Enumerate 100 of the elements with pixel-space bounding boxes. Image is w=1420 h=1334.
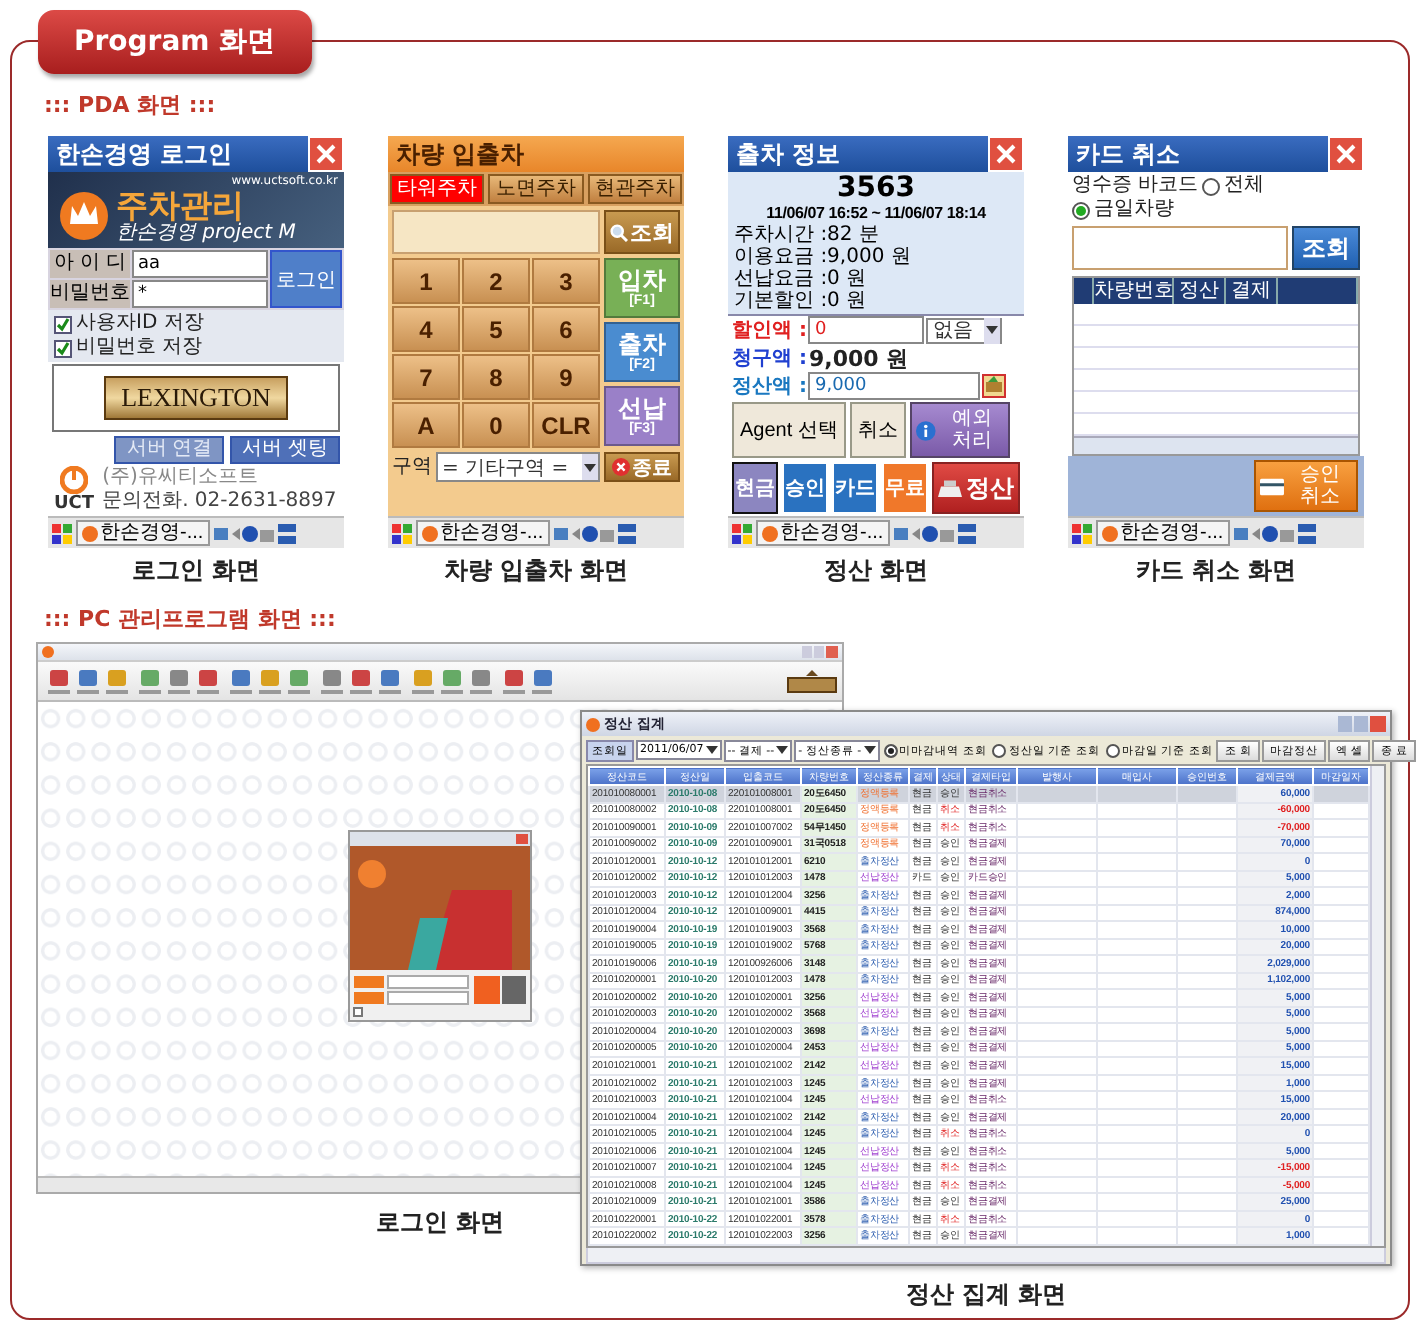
caption: 로그인 화면 xyxy=(131,554,261,588)
taskbar-app-button[interactable]: 한손경영-... xyxy=(1096,520,1230,546)
window-title: 차량 입출차 xyxy=(396,137,525,171)
caption: 카드 취소 화면 xyxy=(1135,554,1297,588)
banner-subtitle: 한손경영 project M xyxy=(116,221,296,245)
windows-flag-icon xyxy=(52,523,72,543)
radio-button[interactable] xyxy=(1105,743,1120,757)
input-field[interactable] xyxy=(392,210,600,254)
logo-drawing xyxy=(786,667,838,695)
discount-field[interactable]: 0 xyxy=(808,316,925,344)
company-name: (주)유씨티소프트 xyxy=(102,466,260,490)
windows-flag-icon xyxy=(732,523,752,543)
exit-button[interactable]: 종료 xyxy=(604,452,680,482)
keypad-key[interactable]: 0 xyxy=(462,402,530,448)
close-button[interactable] xyxy=(1328,136,1364,172)
tab[interactable]: 현관주차 xyxy=(587,174,682,204)
keypad-key[interactable]: 5 xyxy=(462,306,530,352)
keypad-key[interactable]: 3 xyxy=(532,258,600,304)
dropdown-arrow-icon xyxy=(863,746,876,754)
radio-button[interactable] xyxy=(883,743,898,757)
cash-register-icon xyxy=(938,478,962,498)
field-label: 아 이 디 xyxy=(50,250,130,278)
close-icon xyxy=(316,144,336,164)
tray-icons-drawing xyxy=(553,523,614,543)
window-title: 카드 취소 xyxy=(1076,137,1181,171)
company-logo: UCT xyxy=(54,494,95,514)
app-icon xyxy=(82,525,98,541)
close-icon xyxy=(996,144,1016,164)
settle-button[interactable]: 정산 xyxy=(932,462,1020,514)
keypad-key[interactable]: 9 xyxy=(532,354,600,400)
dropdown-arrow-icon xyxy=(584,463,596,471)
caption: 정산 화면 xyxy=(823,554,929,588)
window-title: 한손경영 로그인 xyxy=(56,137,233,171)
search-button[interactable]: 조회 xyxy=(604,210,680,254)
password-field[interactable]: * xyxy=(132,280,268,308)
keypad-key[interactable]: 4 xyxy=(392,306,460,352)
info-line: 주차시간 :82 분 xyxy=(734,224,881,246)
window-controls-icon xyxy=(802,646,838,658)
radio-button[interactable] xyxy=(992,743,1007,757)
checkbox[interactable] xyxy=(54,315,72,333)
keypad-key[interactable]: 2 xyxy=(462,258,530,304)
caption: 정산 집계 화면 xyxy=(905,1278,1067,1312)
keypad-key[interactable]: 7 xyxy=(392,354,460,400)
keypad-key[interactable]: 6 xyxy=(532,306,600,352)
radio-label: 금일차량 xyxy=(1094,198,1174,222)
agent-button[interactable]: Agent 선택 xyxy=(732,402,846,458)
zone-select[interactable]: = 기타구역 = xyxy=(436,452,600,482)
info-icon xyxy=(915,417,936,443)
radio-label: 전체 xyxy=(1224,174,1265,198)
discount-label: 할인액 : xyxy=(732,318,807,344)
keypad-key[interactable]: 8 xyxy=(462,354,530,400)
keyboard-icon xyxy=(617,523,636,543)
power-logo-icon xyxy=(60,466,89,494)
barcode-field[interactable] xyxy=(1072,226,1288,270)
discount-select[interactable]: 없음 xyxy=(926,317,1003,343)
id-field[interactable]: aa xyxy=(132,250,268,278)
taskbar-app-button[interactable]: 한손경영-... xyxy=(756,520,890,546)
caption: 로그인 화면 xyxy=(375,1206,505,1240)
radio-button[interactable] xyxy=(1202,177,1221,195)
caption: 차량 입출차 화면 xyxy=(443,554,629,588)
cancel-button[interactable]: 취소 xyxy=(849,402,906,458)
keypad-key[interactable]: CLR xyxy=(532,402,600,448)
taskbar-app-button[interactable]: 한손경영-... xyxy=(76,520,210,546)
close-button[interactable] xyxy=(308,136,344,172)
dropdown-arrow-icon xyxy=(986,326,999,334)
app-icon xyxy=(1102,525,1118,541)
dropdown-arrow-icon xyxy=(776,746,789,754)
car-number: 3563 xyxy=(835,174,917,204)
login-button[interactable]: 로그인 xyxy=(270,250,342,308)
tray-icons-drawing xyxy=(213,523,274,543)
search-button[interactable]: 조회 xyxy=(1292,226,1360,270)
settle-label: 정산액 : xyxy=(732,374,807,400)
taskbar-app-button[interactable]: 한손경영-... xyxy=(416,520,550,546)
info-line: 이용요금 :9,000 원 xyxy=(734,246,913,268)
window-controls-icon xyxy=(1338,716,1386,732)
radio-button[interactable] xyxy=(1072,201,1090,219)
crown-logo-icon xyxy=(60,192,108,240)
settle-field[interactable]: 9,000 xyxy=(808,372,981,400)
keyboard-icon xyxy=(277,523,296,543)
billed-amount: 9,000 원 xyxy=(808,343,909,373)
payment-type-button[interactable]: 승인 xyxy=(782,462,828,514)
section-heading: ::: PC 관리프로그램 화면 ::: xyxy=(44,604,336,634)
server-button[interactable]: 서버 셋팅 xyxy=(230,436,340,464)
windows-flag-icon xyxy=(1072,523,1092,543)
section-heading: ::: PDA 화면 ::: xyxy=(44,90,216,120)
checkbox[interactable] xyxy=(54,339,72,357)
close-button[interactable] xyxy=(988,136,1024,172)
tab[interactable]: 타워주차 xyxy=(390,174,485,204)
dropdown-arrow-icon xyxy=(705,746,718,754)
window-title: 출차 정보 xyxy=(736,137,841,171)
payment-type-button[interactable]: 카드 xyxy=(832,462,878,514)
exception-button[interactable]: 예외 처리 xyxy=(909,402,1010,458)
keypad-key[interactable]: A xyxy=(392,402,460,448)
keyboard-icon xyxy=(957,523,976,543)
credit-card-icon xyxy=(1260,475,1284,497)
field-label: 비밀번호 xyxy=(50,280,130,308)
tray-icons-drawing xyxy=(1233,523,1294,543)
checkbox-label: 비밀번호 저장 xyxy=(76,336,203,360)
keypad-key[interactable]: 1 xyxy=(392,258,460,304)
tab[interactable]: 노면주차 xyxy=(488,174,584,204)
